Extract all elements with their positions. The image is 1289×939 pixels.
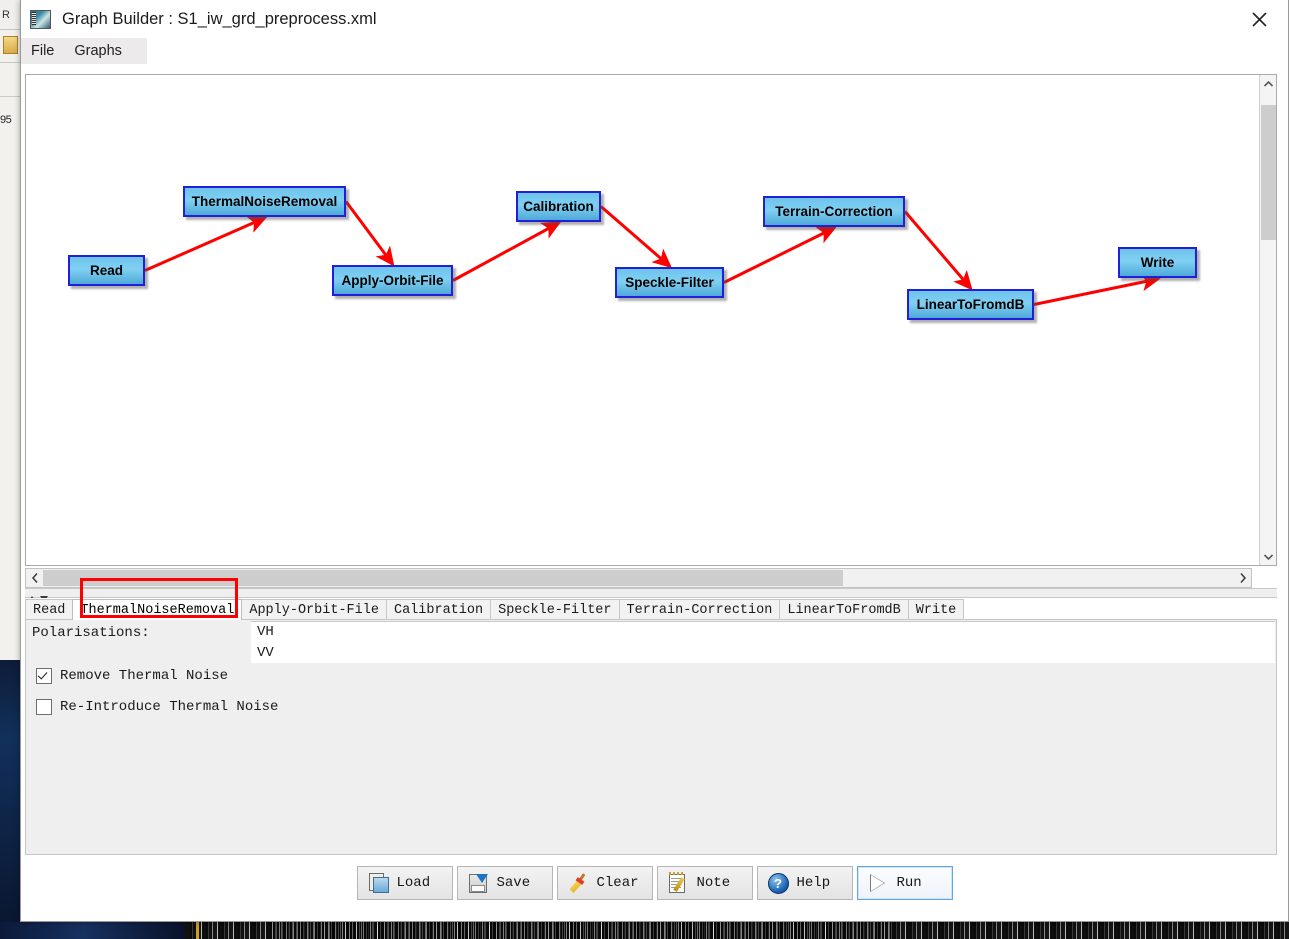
help-button-label: Help	[796, 875, 831, 891]
graph-node-label: Calibration	[523, 199, 594, 214]
checkbox-box[interactable]	[36, 699, 52, 715]
background-image-strip	[0, 660, 22, 922]
close-icon[interactable]	[1236, 0, 1282, 38]
graph-builder-window: Graph Builder : S1_iw_grd_preprocess.xml…	[20, 0, 1289, 922]
tab-speckle-filter[interactable]: Speckle-Filter	[490, 599, 620, 620]
graph-edge-orbit-to-calibration	[452, 221, 562, 282]
background-yellow-line	[196, 922, 199, 939]
graph-edge-terrain-to-lineardb	[903, 210, 973, 291]
graph-edges	[144, 200, 1161, 306]
graph-edge-speckle-to-terrain	[723, 226, 837, 284]
graph-node-label: Write	[1140, 255, 1175, 270]
clear-button[interactable]: Clear	[556, 866, 653, 900]
save-button[interactable]: Save	[456, 866, 553, 900]
app-icon	[30, 9, 51, 29]
graph-node-label: Terrain-Correction	[775, 204, 893, 219]
save-button-label: Save	[496, 875, 531, 891]
checkbox-label: Remove Thermal Noise	[60, 668, 229, 684]
split-pane-divider[interactable]	[25, 588, 1277, 602]
scroll-up-icon[interactable]	[1260, 75, 1277, 92]
floppy-disk-icon	[467, 872, 489, 894]
graph-edge-lineardb-to-write	[1033, 273, 1161, 306]
polarisations-label: Polarisations:	[32, 625, 150, 641]
broom-icon	[567, 872, 589, 894]
graph-edge-read-to-thermal	[144, 216, 268, 272]
checkbox-box[interactable]	[36, 668, 52, 684]
checkbox-label: Re-Introduce Thermal Noise	[60, 699, 279, 715]
collapse-down-icon[interactable]	[39, 590, 49, 602]
tab-write[interactable]: Write	[907, 599, 965, 620]
scroll-down-icon[interactable]	[1260, 548, 1277, 565]
vertical-scroll-thumb[interactable]	[1261, 105, 1276, 240]
run-button-label: Run	[896, 875, 922, 891]
window-title: Graph Builder : S1_iw_grd_preprocess.xml	[62, 9, 377, 28]
background-divider	[0, 96, 22, 97]
tab-calibration[interactable]: Calibration	[385, 599, 492, 620]
polarisation-item[interactable]: VH	[251, 622, 1275, 643]
polarisations-list[interactable]: VH VV	[251, 621, 1275, 663]
graph-node-calibration[interactable]: Calibration	[516, 191, 601, 222]
scroll-right-icon[interactable]	[1234, 569, 1251, 587]
graph-canvas[interactable]: Read ThermalNoiseRemoval Apply-Orbit-File C…	[26, 75, 1258, 565]
run-button[interactable]: Run	[856, 866, 953, 900]
checkbox-reintroduce-thermal-noise[interactable]: Re-Introduce Thermal Noise	[36, 699, 278, 715]
graph-canvas-container: Read ThermalNoiseRemoval Apply-Orbit-File C…	[25, 74, 1277, 566]
tab-thermalnoiseremoval[interactable]: ThermalNoiseRemoval	[72, 599, 243, 620]
parameter-panel: Polarisations: VH VV Remove Thermal Noise…	[25, 619, 1277, 855]
background-divider	[0, 62, 22, 63]
action-button-bar: Load Save Clear Note? Help Run	[21, 866, 1288, 900]
clear-button-label: Clear	[596, 875, 639, 891]
graph-node-orbit[interactable]: Apply-Orbit-File	[332, 265, 453, 296]
graph-horizontal-scrollbar-row	[25, 568, 1277, 590]
graph-edge-thermal-to-orbit	[344, 200, 395, 267]
operator-tab-bar: Read ThermalNoiseRemoval Apply-Orbit-File C…	[25, 598, 1277, 620]
background-text-fragment: 95	[0, 114, 12, 126]
note-button[interactable]: Note	[656, 866, 753, 900]
background-left-toolbar: R	[0, 0, 22, 30]
note-button-label: Note	[696, 875, 731, 891]
tab-lineartofromdb[interactable]: LinearToFromdB	[779, 599, 909, 620]
graph-node-label: Read	[89, 263, 123, 278]
load-button-label: Load	[396, 875, 431, 891]
title-bar: Graph Builder : S1_iw_grd_preprocess.xml	[21, 0, 1288, 38]
graph-node-label: LinearToFromdB	[916, 297, 1025, 312]
graph-node-label: ThermalNoiseRemoval	[191, 194, 338, 209]
horizontal-scroll-thumb[interactable]	[43, 570, 843, 586]
graph-node-terrain[interactable]: Terrain-Correction	[763, 196, 905, 227]
menu-item-file[interactable]: File	[21, 38, 64, 64]
graph-vertical-scrollbar[interactable]	[1259, 75, 1276, 565]
scroll-left-icon[interactable]	[26, 569, 43, 587]
graph-node-write[interactable]: Write	[1118, 247, 1197, 278]
polarisation-item[interactable]: VV	[251, 643, 1275, 663]
background-blue-image	[0, 922, 185, 939]
graph-node-lineardb[interactable]: LinearToFromdB	[907, 289, 1034, 320]
load-button[interactable]: Load	[356, 866, 453, 900]
menu-item-graphs[interactable]: Graphs	[64, 38, 132, 64]
question-circle-icon: ?	[767, 872, 789, 894]
graph-node-label: Apply-Orbit-File	[341, 273, 444, 288]
graph-node-thermal[interactable]: ThermalNoiseRemoval	[183, 186, 346, 217]
graph-node-read[interactable]: Read	[68, 255, 145, 286]
tab-terrain-correction[interactable]: Terrain-Correction	[618, 599, 781, 620]
graph-horizontal-scrollbar[interactable]	[25, 568, 1252, 588]
tab-apply-orbit-file[interactable]: Apply-Orbit-File	[241, 599, 387, 620]
play-triangle-icon	[867, 872, 889, 894]
collapse-up-icon[interactable]	[27, 590, 37, 602]
graph-node-label: Speckle-Filter	[625, 275, 714, 290]
graph-edge-calibration-to-speckle	[600, 205, 672, 269]
menu-bar: File Graphs	[21, 38, 1288, 64]
notepad-icon	[667, 872, 689, 894]
folder-open-icon	[367, 872, 389, 894]
help-button[interactable]: ? Help	[756, 866, 853, 900]
graph-node-speckle[interactable]: Speckle-Filter	[615, 267, 724, 298]
checkbox-remove-thermal-noise[interactable]: Remove Thermal Noise	[36, 668, 228, 684]
background-folder-icon	[3, 36, 18, 54]
background-sar-image-texture	[272, 922, 892, 939]
tab-read[interactable]: Read	[25, 599, 74, 620]
